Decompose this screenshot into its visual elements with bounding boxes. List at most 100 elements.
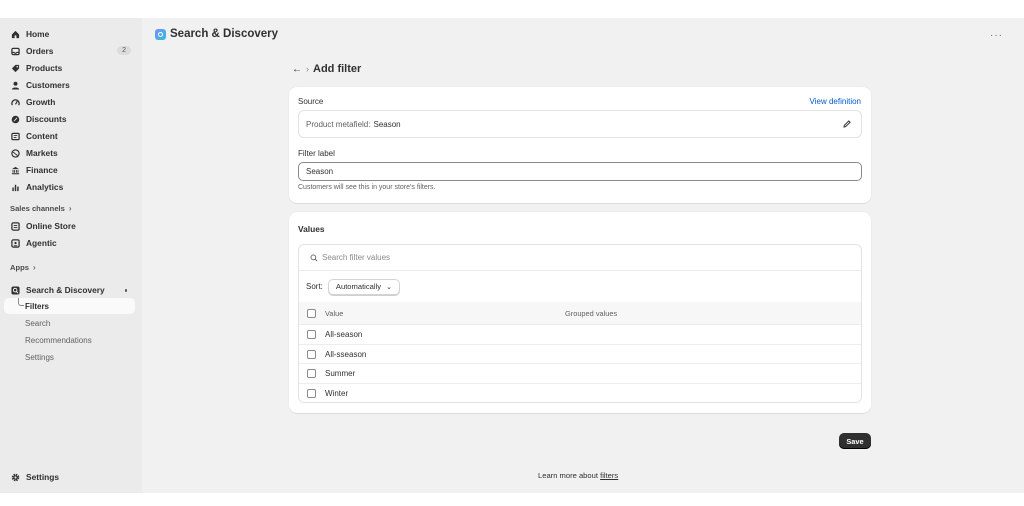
row-value: Winter [325,389,349,399]
tag-icon [10,63,20,73]
values-table: Search filter values Sort: Automatically… [298,244,862,403]
sidebar-item-label: Products [26,63,63,73]
source-label: Source [298,97,324,106]
chevron-down-icon: ⌄ [386,283,392,291]
sidebar-item-content[interactable]: Content [4,128,135,144]
sales-channels-heading[interactable]: Sales channels › [10,204,72,213]
store-icon [10,221,20,231]
sidebar-item-home[interactable]: Home [4,26,135,42]
table-row[interactable]: Summer [299,364,861,385]
person-icon [10,80,20,90]
apps-heading[interactable]: Apps › [10,263,36,272]
breadcrumb-separator-icon: › [306,64,309,74]
gear-icon [10,472,20,482]
row-checkbox[interactable] [307,329,316,339]
row-checkbox[interactable] [307,389,316,399]
sidebar-item-finance[interactable]: Finance [4,162,135,178]
globe-icon [10,148,20,158]
edit-pencil-icon[interactable] [842,119,852,129]
table-row[interactable]: All-season [299,325,861,345]
search-placeholder: Search filter values [322,253,391,262]
sidebar-item-label: Agentic [26,238,57,248]
orders-count-badge: 2 [117,46,131,55]
sidebar-item-label: Content [26,131,58,141]
sidebar-item-label: Settings [26,472,60,482]
sidebar-item-label: Search & Discovery [26,285,105,295]
inbox-icon [10,46,20,56]
app-pin-dot [124,289,127,292]
gauge-icon [10,97,20,107]
filter-label-heading: Filter label [298,149,335,158]
sidebar-item-label: Discounts [26,114,67,124]
search-icon [310,254,318,262]
sidebar-item-label: Orders [26,46,54,56]
sidebar: Home Orders 2 Products Customers Growth … [0,18,142,493]
values-title: Values [298,224,325,234]
sidebar-item-orders[interactable]: Orders 2 [4,43,135,59]
table-row[interactable]: All-sseason [299,345,861,365]
content-icon [10,131,20,141]
discount-icon [10,114,20,124]
tree-connector-icon [18,298,24,306]
bottom-strip [0,493,1024,506]
sidebar-item-label: Home [26,29,50,39]
learn-more-text: Learn more about filters [538,471,619,480]
table-row[interactable]: Winter [299,384,861,402]
sort-row: Sort: Automatically ⌄ [299,271,861,302]
search-filter-values-input[interactable]: Search filter values [299,245,861,271]
page-title-row: ← › Add filter [292,63,361,75]
sidebar-item-online-store[interactable]: Online Store [4,218,135,234]
sidebar-subitem-search[interactable]: Search [4,315,135,331]
bank-icon [10,165,20,175]
sidebar-subitem-settings[interactable]: Settings [4,349,135,365]
source-key: Product metafield: [306,119,371,129]
chevron-right-icon: › [68,204,72,213]
row-checkbox[interactable] [307,369,316,379]
chevron-right-icon: › [32,263,36,272]
sidebar-item-customers[interactable]: Customers [4,77,135,93]
agentic-icon [10,238,20,248]
sidebar-item-search-discovery[interactable]: Search & Discovery [4,282,135,298]
bar-chart-icon [10,182,20,192]
sidebar-item-growth[interactable]: Growth [4,94,135,110]
sidebar-subitem-recommendations[interactable]: Recommendations [4,332,135,348]
home-icon [10,29,20,39]
sidebar-item-settings[interactable]: Settings [4,469,135,485]
top-strip [0,0,1024,18]
search-discovery-logo-icon [155,28,166,40]
sidebar-item-discounts[interactable]: Discounts [4,111,135,127]
sidebar-subitem-filters[interactable]: Filters [4,298,135,314]
source-value: Season [373,119,401,129]
save-button[interactable]: Save [839,433,871,449]
search-discovery-app-icon [10,285,20,295]
sidebar-item-analytics[interactable]: Analytics [4,179,135,195]
sort-label: Sort: [306,282,323,291]
source-card: Source View definition Product metafield… [289,87,871,203]
sidebar-item-agentic[interactable]: Agentic [4,235,135,251]
sidebar-item-markets[interactable]: Markets [4,145,135,161]
filter-label-input[interactable]: Season [298,162,862,181]
sidebar-item-products[interactable]: Products [4,60,135,76]
sidebar-item-label: Markets [26,148,58,158]
filter-label-help-text: Customers will see this in your store's … [298,184,436,191]
row-value: All-season [325,329,363,339]
column-header-grouped: Grouped values [565,308,618,318]
sidebar-item-label: Analytics [26,182,64,192]
view-definition-link[interactable]: View definition [810,97,861,106]
values-card: Values Search filter values Sort: Automa… [289,212,871,413]
row-value: All-sseason [325,349,367,359]
select-all-checkbox[interactable] [307,308,316,318]
sidebar-item-label: Growth [26,97,56,107]
sidebar-item-label: Customers [26,80,70,90]
row-checkbox[interactable] [307,349,316,359]
back-arrow-icon[interactable]: ← [292,64,302,75]
sidebar-item-label: Finance [26,165,58,175]
sort-dropdown[interactable]: Automatically ⌄ [327,278,400,295]
app-header: Search & Discovery [155,28,278,40]
app-title: Search & Discovery [170,28,279,40]
column-header-value: Value [325,308,344,318]
source-field: Product metafield: Season [298,110,862,138]
page-title: Add filter [313,63,362,75]
more-actions-icon[interactable]: ··· [990,30,1003,41]
filters-help-link[interactable]: filters [600,471,618,480]
